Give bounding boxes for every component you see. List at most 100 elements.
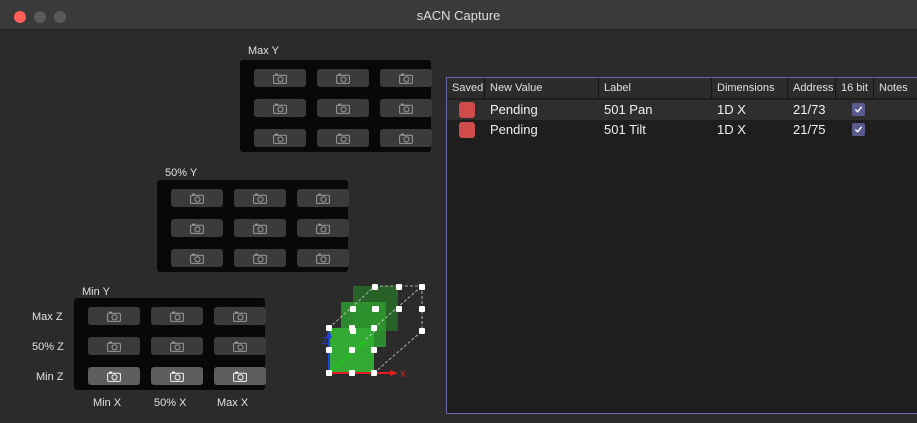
capture-button-mid-y-r3-c1[interactable] [171, 249, 223, 267]
capture-button-min-y-r1-c1[interactable] [88, 307, 140, 325]
camera-icon [399, 133, 413, 144]
capture-button-max-y-r3-c3[interactable] [380, 129, 432, 147]
cell-address: 21/75 [793, 122, 826, 137]
camera-icon [107, 371, 121, 382]
camera-icon [170, 341, 184, 352]
sixteen-bit-checkbox[interactable] [852, 103, 865, 116]
x-label-max: Max X [217, 397, 249, 409]
camera-icon [316, 193, 330, 204]
column-header-dimensions[interactable]: Dimensions [712, 78, 788, 98]
camera-icon [273, 73, 287, 84]
capture-button-mid-y-r1-c3[interactable] [297, 189, 349, 207]
capture-table[interactable]: Saved New Value Label Dimensions Address… [446, 77, 917, 414]
camera-icon [273, 103, 287, 114]
sixteen-bit-checkbox[interactable] [852, 123, 865, 136]
title-bar: sACN Capture [0, 0, 917, 30]
camera-icon [253, 223, 267, 234]
cell-label: 501 Pan [604, 102, 653, 117]
capture-button-max-y-r3-c1[interactable] [254, 129, 306, 147]
max-y-grid [240, 60, 432, 152]
cell-new-value: Pending [490, 122, 538, 137]
capture-button-max-y-r2-c1[interactable] [254, 99, 306, 117]
capture-button-min-y-r1-c3[interactable] [214, 307, 266, 325]
camera-icon [399, 103, 413, 114]
capture-button-max-y-r1-c3[interactable] [380, 69, 432, 87]
saved-indicator[interactable] [459, 122, 475, 138]
z-label-mid: 50% Z [32, 341, 64, 353]
capture-button-max-y-r2-c3[interactable] [380, 99, 432, 117]
camera-icon [336, 73, 350, 84]
capture-button-min-y-r2-c2[interactable] [151, 337, 203, 355]
capture-button-mid-y-r1-c1[interactable] [171, 189, 223, 207]
z-label-max: Max Z [32, 311, 63, 323]
column-header-16-bit[interactable]: 16 bit [836, 78, 874, 98]
capture-button-mid-y-r2-c3[interactable] [297, 219, 349, 237]
camera-icon [190, 193, 204, 204]
camera-icon [253, 253, 267, 264]
camera-icon [316, 223, 330, 234]
table-row[interactable]: Pending 501 Tilt 1D X 21/75 [447, 120, 917, 140]
column-header-saved[interactable]: Saved [447, 78, 485, 98]
capture-button-mid-y-r3-c2[interactable] [234, 249, 286, 267]
capture-button-min-y-r3-c3[interactable] [214, 367, 266, 385]
table-header: Saved New Value Label Dimensions Address… [447, 78, 917, 98]
capture-button-min-y-r1-c2[interactable] [151, 307, 203, 325]
camera-icon [316, 253, 330, 264]
checkmark-icon [854, 126, 863, 133]
checkmark-icon [854, 106, 863, 113]
window-title: sACN Capture [416, 8, 501, 23]
main-content: Max Y 50% Y Min Y Max Z 50% Z Min Z Min … [0, 30, 917, 423]
camera-icon [170, 371, 184, 382]
cell-notes[interactable] [874, 120, 879, 140]
camera-icon [190, 253, 204, 264]
cell-label: 501 Tilt [604, 122, 646, 137]
capture-button-mid-y-r3-c3[interactable] [297, 249, 349, 267]
camera-icon [336, 133, 350, 144]
z-label-min: Min Z [36, 371, 64, 383]
x-axis-label: X [400, 369, 406, 379]
camera-icon [190, 223, 204, 234]
column-header-label[interactable]: Label [599, 78, 712, 98]
capture-button-min-y-r2-c3[interactable] [214, 337, 266, 355]
cell-address: 21/73 [793, 102, 826, 117]
max-y-label: Max Y [248, 45, 279, 57]
capture-button-mid-y-r1-c2[interactable] [234, 189, 286, 207]
capture-button-max-y-r1-c1[interactable] [254, 69, 306, 87]
y-axis-label: Y [368, 334, 374, 344]
min-y-label: Min Y [82, 286, 110, 298]
x-label-mid: 50% X [154, 397, 187, 409]
capture-button-min-y-r2-c1[interactable] [88, 337, 140, 355]
camera-icon [273, 133, 287, 144]
cell-new-value: Pending [490, 102, 538, 117]
saved-indicator[interactable] [459, 102, 475, 118]
camera-icon [399, 73, 413, 84]
capture-button-min-y-r3-c2[interactable] [151, 367, 203, 385]
capture-button-max-y-r3-c2[interactable] [317, 129, 369, 147]
camera-icon [336, 103, 350, 114]
min-y-grid [74, 298, 266, 390]
mid-y-label: 50% Y [165, 167, 198, 179]
capture-button-mid-y-r2-c1[interactable] [171, 219, 223, 237]
x-label-min: Min X [93, 397, 122, 409]
column-header-new-value[interactable]: New Value [485, 78, 599, 98]
cell-notes[interactable] [874, 100, 879, 120]
table-row[interactable]: Pending 501 Pan 1D X 21/73 [447, 100, 917, 120]
capture-button-min-y-r3-c1[interactable] [88, 367, 140, 385]
capture-button-max-y-r1-c2[interactable] [317, 69, 369, 87]
camera-icon [107, 341, 121, 352]
capture-button-max-y-r2-c2[interactable] [317, 99, 369, 117]
column-header-address[interactable]: Address [788, 78, 836, 98]
mid-y-grid [157, 180, 349, 272]
capture-button-mid-y-r2-c2[interactable] [234, 219, 286, 237]
column-header-notes[interactable]: Notes [874, 78, 917, 98]
z-axis-label: Z [322, 336, 328, 346]
cell-dimensions: 1D X [717, 122, 746, 137]
camera-icon [253, 193, 267, 204]
cell-dimensions: 1D X [717, 102, 746, 117]
camera-icon [170, 311, 184, 322]
camera-icon [233, 341, 247, 352]
camera-icon [233, 311, 247, 322]
xyz-cube-diagram: Z X Y [318, 284, 428, 418]
camera-icon [107, 311, 121, 322]
camera-icon [233, 371, 247, 382]
